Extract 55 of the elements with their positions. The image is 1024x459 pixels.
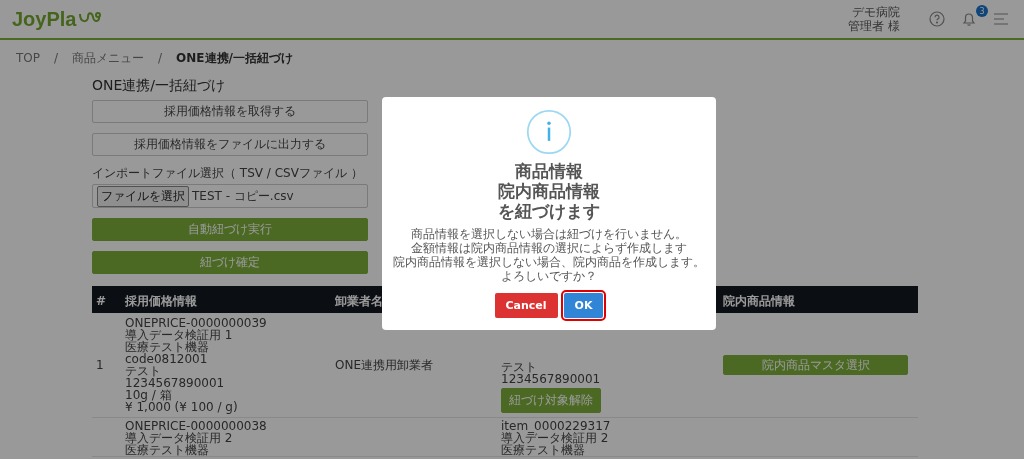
ok-button[interactable]: OK [563, 293, 604, 318]
column-header: # [96, 294, 107, 308]
bell-icon[interactable] [962, 11, 976, 27]
page-title: ONE連携/一括紐づけ [92, 77, 227, 94]
action-button[interactable]: 採用価格情報をファイルに出力する [92, 133, 368, 156]
logo: JoyPla [12, 7, 77, 31]
breadcrumb-separator: / [54, 51, 59, 65]
table-cell-text: テスト [125, 365, 162, 377]
dialog-title: 院内商品情報 [498, 181, 600, 201]
table-cell: ONE連携用卸業者 [335, 357, 433, 372]
table-cell-text: テスト [501, 361, 538, 373]
table-cell-text: item_0000229317 [501, 420, 612, 432]
table-cell-text: 導入データ検証用 1 [125, 329, 234, 341]
dialog-message: 商品情報を選択しない場合は紐づけを行いません。 [411, 227, 687, 241]
table-cell-text: 医療テスト機器 [125, 341, 209, 353]
table-cell-text: 医療テスト機器 [125, 444, 209, 456]
breadcrumb-link[interactable]: TOP [16, 51, 40, 65]
table-cell-text: ONEPRICE-0000000039 [125, 317, 268, 329]
table-cell-text: 10g / 箱 [125, 389, 173, 401]
table-cell-text: ONEPRICE-0000000038 [125, 420, 268, 432]
breadcrumb-link[interactable]: 商品メニュー [72, 51, 145, 65]
choose-file-button[interactable]: ファイルを選択 [97, 185, 189, 207]
dialog-title: 商品情報 [514, 161, 584, 181]
table-cell-text: 医療テスト機器 [501, 444, 585, 456]
table-cell-text: 1234567890001 [501, 373, 602, 385]
notification-badge: 3 [976, 5, 988, 17]
unlink-button[interactable]: 紐づけ対象解除 [501, 388, 601, 413]
column-header: 院内商品情報 [723, 293, 795, 308]
cancel-button[interactable]: Cancel [494, 293, 558, 318]
file-input[interactable]: ファイルを選択 TEST - コピー.csv [92, 184, 368, 208]
breadcrumb-link[interactable]: ONE連携/一括紐づけ [176, 51, 293, 65]
action-button[interactable]: 採用価格情報を取得する [92, 100, 368, 123]
dialog-message: 院内商品情報を選択しない場合、院内商品を作成します。 [393, 255, 705, 269]
table-cell: 1 [96, 358, 104, 372]
action-button[interactable]: 自動紐づけ実行 [92, 218, 368, 241]
breadcrumb-separator: / [158, 51, 163, 65]
column-header: 採用価格情報 [125, 293, 197, 308]
user-name: 管理者 様 [848, 19, 900, 33]
import-label: インポートファイル選択（ TSV / CSVファイル ） [92, 166, 364, 180]
hospital-name: デモ病院 [852, 5, 900, 19]
column-header: 卸業者名 [335, 293, 383, 308]
table-cell-text: code0812001 [125, 353, 209, 365]
file-name: TEST - コピー.csv [192, 187, 294, 205]
dialog-message: よろしいですか？ [501, 269, 597, 283]
action-button[interactable]: 紐づけ確定 [92, 251, 368, 274]
info-icon [526, 109, 572, 155]
dialog-message: 金額情報は院内商品情報の選択によらず作成します [411, 241, 687, 255]
help-icon[interactable] [928, 10, 946, 28]
table-cell-text: 導入データ検証用 2 [125, 432, 234, 444]
table-cell-text: ¥ 1,000 (¥ 100 / g) [125, 401, 239, 413]
menu-icon[interactable] [992, 10, 1010, 28]
table-cell-text: 1234567890001 [125, 377, 226, 389]
table-cell-text: 導入データ検証用 2 [501, 432, 609, 444]
select-master-button[interactable]: 院内商品マスタ選択 [723, 355, 908, 375]
dialog-title: を紐づけます [498, 201, 600, 221]
